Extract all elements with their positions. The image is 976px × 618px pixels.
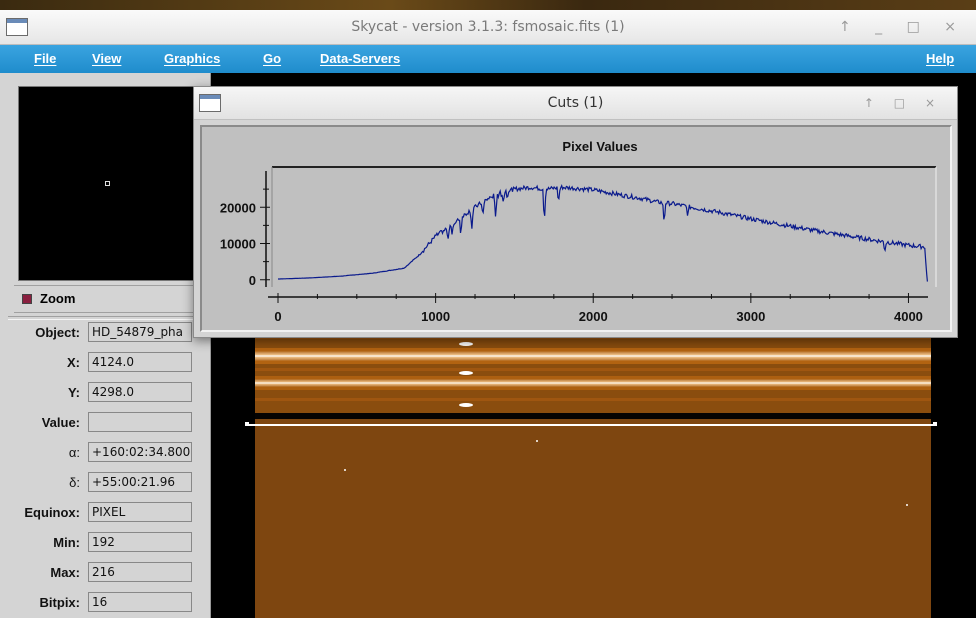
min-label: Min: xyxy=(53,535,80,550)
cuts-window: Cuts (1) ↑ □ × Pixel Values 0 1000 2000 300… xyxy=(193,86,958,338)
delta-value: +55:00:21.96 xyxy=(88,472,192,492)
cuts-titlebar[interactable]: Cuts (1) ↑ □ × xyxy=(194,87,957,120)
x-tick-label: 1000 xyxy=(421,309,450,324)
menu-go[interactable]: Go xyxy=(263,45,281,73)
main-window-title: Skycat - version 3.1.3: fsmosaic.fits (1… xyxy=(351,19,625,35)
star-spot xyxy=(459,342,473,346)
noise-spot xyxy=(344,469,346,471)
menu-help[interactable]: Help xyxy=(926,45,954,73)
zoom-toggle[interactable]: Zoom xyxy=(14,285,211,313)
pixel-values-line xyxy=(278,184,928,282)
equinox-label: Equinox: xyxy=(24,505,80,520)
spectrum-trace-1 xyxy=(255,351,931,361)
value-label: Value: xyxy=(41,415,80,430)
max-value: 216 xyxy=(88,562,192,582)
menu-data-servers[interactable]: Data-Servers xyxy=(320,45,400,73)
cuts-graph-frame: Pixel Values 0 1000 2000 3000 4000 0 10000 200… xyxy=(200,125,952,332)
object-label: Object: xyxy=(35,325,80,340)
info-panel: Zoom Object: HD_54879_pha X: 4124.0 Y: 4… xyxy=(0,73,211,618)
y-label: Y: xyxy=(67,385,80,400)
bitpix-label: Bitpix: xyxy=(39,595,80,610)
menu-view[interactable]: View xyxy=(92,45,121,73)
x-tick-label: 3000 xyxy=(736,309,765,324)
cuts-window-controls[interactable]: ↑ □ × xyxy=(864,87,943,119)
spectrum-faint-2 xyxy=(255,368,931,371)
detector-gap xyxy=(255,413,931,419)
y-axis-ticks: 0 10000 20000 xyxy=(220,188,270,288)
plot-title: Pixel Values xyxy=(562,139,637,154)
y-tick-label: 10000 xyxy=(220,237,256,252)
max-label: Max: xyxy=(50,565,80,580)
pan-position-marker[interactable] xyxy=(105,181,110,186)
x-value: 4124.0 xyxy=(88,352,192,372)
image-lower-panel xyxy=(255,419,931,618)
cut-line-start-handle[interactable] xyxy=(245,422,249,426)
main-titlebar[interactable]: Skycat - version 3.1.3: fsmosaic.fits (1… xyxy=(0,10,976,45)
y-value: 4298.0 xyxy=(88,382,192,402)
zoom-label: Zoom xyxy=(40,291,76,306)
pixel-value xyxy=(88,412,192,432)
menu-file[interactable]: File xyxy=(34,45,56,73)
x-tick-label: 4000 xyxy=(894,309,923,324)
spectrum-trace-2 xyxy=(255,379,931,387)
x-tick-label: 0 xyxy=(274,309,281,324)
bitpix-value: 16 xyxy=(88,592,192,612)
separator xyxy=(8,316,208,320)
pan-window[interactable] xyxy=(18,86,210,281)
y-tick-label: 20000 xyxy=(220,200,256,215)
star-spot xyxy=(459,403,473,407)
alpha-value: +160:02:34.800 xyxy=(88,442,192,462)
alpha-label: α: xyxy=(68,445,80,460)
window-controls[interactable]: ↑ _ □ × xyxy=(839,10,966,44)
x-tick-label: 2000 xyxy=(579,309,608,324)
menu-graphics[interactable]: Graphics xyxy=(164,45,220,73)
min-value: 192 xyxy=(88,532,192,552)
cuts-window-title: Cuts (1) xyxy=(547,95,604,111)
cut-line-end-handle[interactable] xyxy=(933,422,937,426)
y-tick-label: 0 xyxy=(249,273,256,288)
star-spot xyxy=(459,371,473,375)
equinox-value: PIXEL xyxy=(88,502,192,522)
x-label: X: xyxy=(67,355,80,370)
pixel-values-plot[interactable]: Pixel Values 0 1000 2000 3000 4000 0 10000 200… xyxy=(202,127,946,326)
delta-label: δ: xyxy=(69,475,80,490)
cut-line[interactable] xyxy=(247,424,937,426)
spectrum-faint-3 xyxy=(255,398,931,401)
noise-spot xyxy=(906,504,908,506)
noise-spot xyxy=(536,440,538,442)
object-value: HD_54879_pha xyxy=(88,322,192,342)
zoom-checkbox[interactable] xyxy=(22,294,32,304)
menubar: File View Graphics Go Data-Servers Help xyxy=(0,45,976,73)
